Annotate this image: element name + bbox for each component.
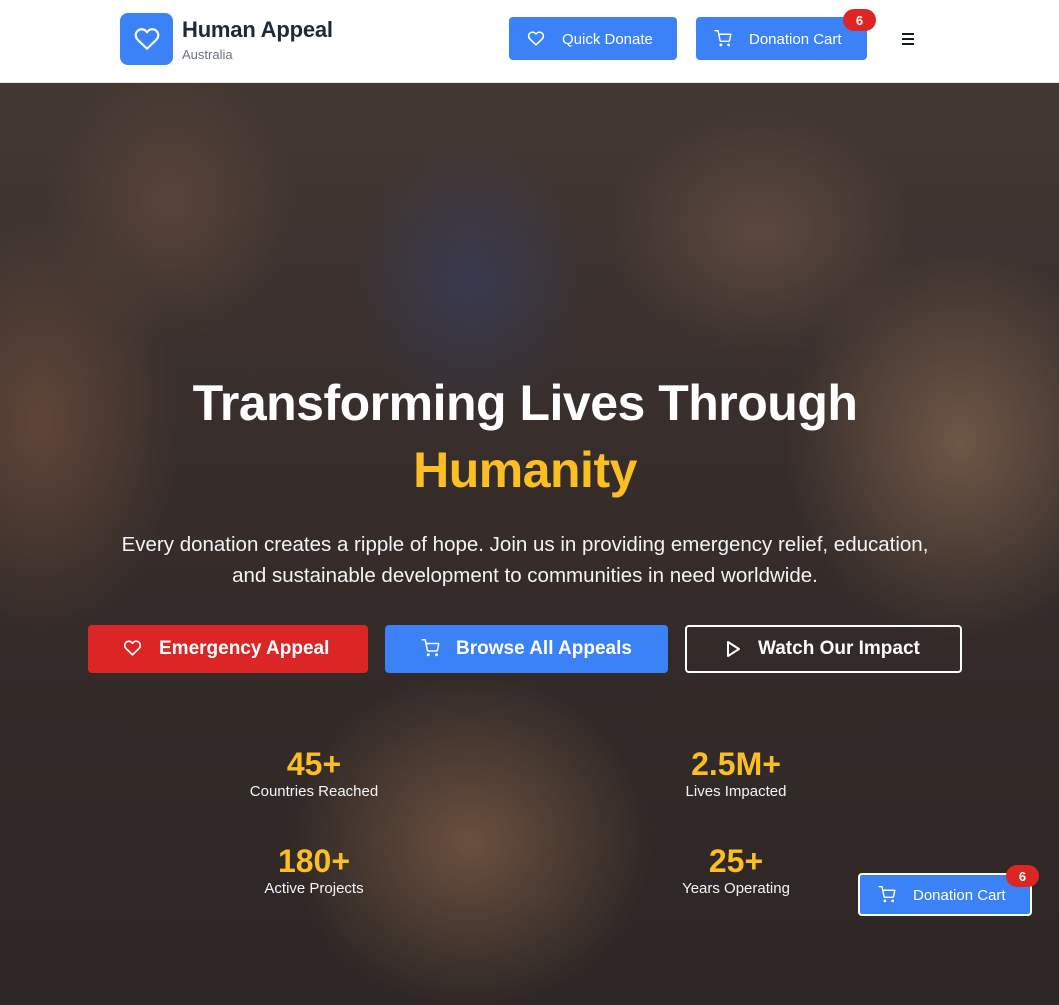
watch-impact-button[interactable]: Watch Our Impact: [685, 625, 962, 673]
brand-name[interactable]: Human Appeal: [182, 17, 333, 43]
stat-value: 45+: [286, 746, 342, 782]
emergency-appeal-label: Emergency Appeal: [159, 638, 330, 659]
stat-lives: 2.5M+ Lives Impacted: [606, 746, 866, 800]
site-header: Human Appeal Australia Quick Donate Dona…: [0, 0, 1059, 83]
quick-donate-label: Quick Donate: [562, 31, 653, 48]
logo[interactable]: [120, 13, 173, 65]
hero-section: Transforming Lives Through Humanity Ever…: [0, 83, 1059, 1005]
stat-value: 180+: [277, 843, 351, 879]
cart-count-badge: 6: [843, 9, 876, 31]
stat-value: 25+: [708, 843, 764, 879]
donation-cart-label: Donation Cart: [749, 31, 842, 48]
hamburger-menu-icon: [902, 33, 914, 45]
cart-icon: [421, 639, 440, 657]
stat-years: 25+ Years Operating: [606, 843, 866, 897]
quick-donate-button[interactable]: Quick Donate: [509, 17, 677, 60]
emergency-appeal-button[interactable]: Emergency Appeal: [88, 625, 368, 673]
hero-title: Transforming Lives Through: [192, 375, 858, 431]
heart-icon: [527, 31, 545, 46]
stat-projects: 180+ Active Projects: [184, 843, 444, 897]
donation-cart-button[interactable]: Donation Cart: [696, 17, 867, 60]
play-icon: [727, 641, 740, 657]
browse-appeals-button[interactable]: Browse All Appeals: [385, 625, 668, 673]
stat-label: Lives Impacted: [685, 783, 787, 800]
floating-cart-count-badge: 6: [1006, 865, 1039, 887]
watch-impact-label: Watch Our Impact: [758, 638, 920, 659]
cart-icon: [714, 30, 732, 47]
stat-countries: 45+ Countries Reached: [184, 746, 444, 800]
stat-label: Active Projects: [264, 880, 364, 897]
heart-icon: [134, 28, 159, 50]
heart-icon: [123, 640, 142, 656]
menu-button[interactable]: [898, 28, 918, 50]
browse-appeals-label: Browse All Appeals: [456, 638, 632, 659]
stat-value: 2.5M+: [691, 746, 781, 782]
stat-label: Years Operating: [682, 880, 790, 897]
hero-subtitle: Every donation creates a ripple of hope.…: [121, 533, 929, 587]
hero-title-highlight: Humanity: [413, 442, 637, 498]
stat-label: Countries Reached: [249, 783, 379, 800]
brand-location: Australia: [182, 47, 233, 62]
